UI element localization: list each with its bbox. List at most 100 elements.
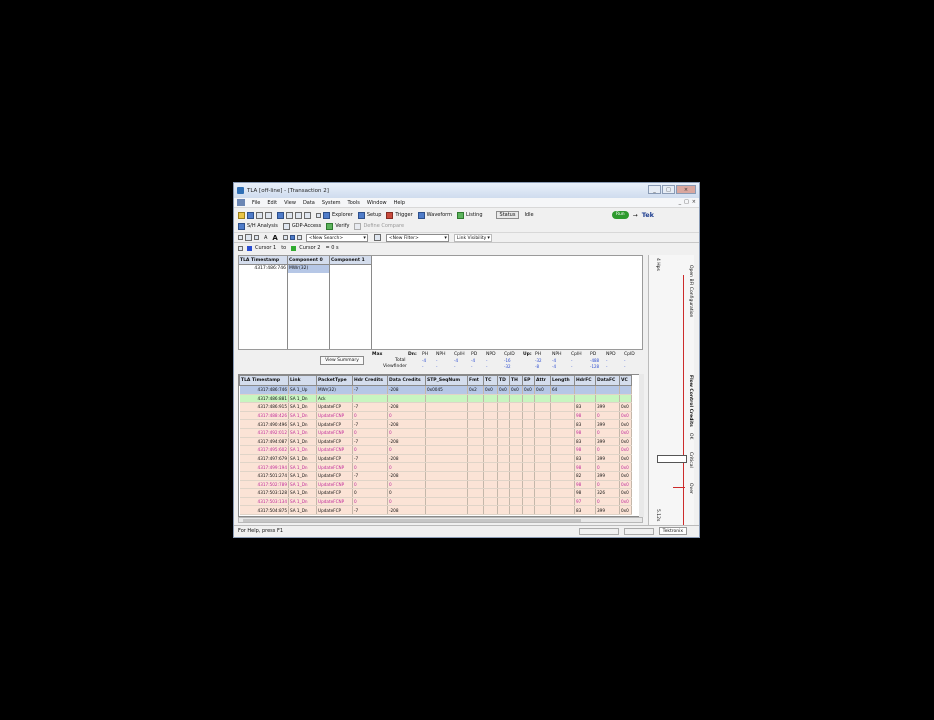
cursor1-select[interactable]: Cursor 1 [255, 245, 276, 251]
mdi-restore-button[interactable]: □ [684, 199, 689, 205]
mdi-close-button[interactable]: × [692, 199, 696, 205]
table-row[interactable]: 4317:494:087 SA 1_Dn UpdateFCP -7 -208 83 399 0… [239, 437, 632, 447]
column-header[interactable]: DataFC [595, 375, 620, 386]
waveform-icon[interactable] [417, 211, 425, 219]
print-icon[interactable] [256, 211, 263, 219]
font-larger-button[interactable]: A [272, 234, 277, 242]
options-icon[interactable] [254, 235, 259, 240]
font-smaller-button[interactable]: A [264, 235, 267, 241]
table-row[interactable]: 4317:486:746 SA 1_Up MWr(32) -7 -208 0x0045 0x… [239, 385, 632, 395]
component-timestamp[interactable]: 4317:486:746 [239, 265, 287, 273]
table-row[interactable]: 4317:488:426 SA 1_Dn UpdateFCNP 0 0 98 0 0x0 [239, 411, 632, 421]
status-button[interactable]: Status [495, 211, 520, 219]
column-header[interactable]: STP_SeqNum [425, 375, 468, 386]
window-1-icon[interactable] [277, 211, 284, 219]
table-row[interactable]: 4317:503:134 SA 1_Dn UpdateFCNP 0 0 97 0 0x0 [239, 497, 632, 507]
table-row[interactable]: 4317:501:274 SA 1_Dn UpdateFCP -7 -208 82 399 0… [239, 471, 632, 481]
menu-help[interactable]: Help [394, 200, 405, 206]
column-header[interactable]: Link [288, 375, 317, 386]
scrollbar-thumb[interactable] [243, 519, 581, 522]
verify-icon[interactable] [326, 222, 334, 230]
column-header[interactable]: Attr [534, 375, 551, 386]
menu-tools[interactable]: Tools [348, 200, 360, 206]
cursor2-select[interactable]: Cursor 2 [299, 245, 320, 251]
table-row[interactable]: 4317:490:496 SA 1_Dn UpdateFCP -7 -208 83 399 0… [239, 419, 632, 429]
table-row[interactable]: 4317:492:012 SA 1_Dn UpdateFCNP 0 0 98 0 0x0 [239, 428, 632, 438]
open-icon[interactable] [238, 211, 245, 219]
column-header[interactable]: PacketType [316, 375, 353, 386]
table-row[interactable]: 4317:495:602 SA 1_Dn UpdateFCNP 0 0 98 0 0x0 [239, 445, 632, 455]
vertical-scrollbar[interactable] [639, 374, 644, 517]
header-component-1[interactable]: Component 1 [330, 256, 371, 265]
table-row[interactable]: 4317:497:679 SA 1_Dn UpdateFCP -7 -208 83 399 0… [239, 454, 632, 464]
pointer-icon[interactable] [316, 212, 321, 218]
window-3-icon[interactable] [295, 211, 302, 219]
menu-data[interactable]: Data [303, 200, 315, 206]
close-button[interactable]: × [676, 185, 696, 194]
trigger-button[interactable]: Trigger [395, 212, 412, 218]
filter-icon[interactable] [373, 234, 381, 241]
search-combo[interactable]: <New Search> [305, 233, 368, 242]
header-component-0[interactable]: Component 0 [288, 256, 329, 265]
window-2-icon[interactable] [286, 211, 293, 219]
column-header[interactable]: TC [483, 375, 498, 386]
table-row[interactable]: 4317:486:915 SA 1_Dn UpdateFCP -7 -208 83 399 0… [239, 402, 632, 412]
table-row[interactable]: 4317:486:881 SA 1_Dn Ack [239, 394, 632, 404]
column-header[interactable]: TD [497, 375, 510, 386]
open-config-link[interactable]: Open BFI Configuration [688, 265, 693, 317]
search-next-icon[interactable] [296, 235, 302, 240]
menu-system[interactable]: System [322, 200, 341, 206]
sh-analysis-button[interactable]: S/H Analysis [247, 223, 278, 229]
column-header[interactable]: VC [619, 375, 632, 386]
gdp-access-icon[interactable] [282, 222, 290, 230]
setup-button[interactable]: Setup [367, 212, 382, 218]
run-button[interactable]: Run [612, 211, 629, 219]
menu-view[interactable]: View [284, 200, 296, 206]
table-row[interactable]: 4317:499:194 SA 1_Dn UpdateFCNP 0 0 98 0 0x0 [239, 462, 632, 472]
column-header[interactable]: HdrFC [574, 375, 596, 386]
menu-file[interactable]: File [252, 200, 260, 206]
column-header[interactable]: TH [509, 375, 523, 386]
setup-icon[interactable] [357, 211, 365, 219]
search-prev-icon[interactable] [282, 235, 288, 240]
listing-icon[interactable] [457, 211, 465, 219]
waveform-button[interactable]: Waveform [427, 212, 452, 218]
save-icon[interactable] [247, 211, 254, 219]
filter-combo[interactable]: <New Filter> [385, 233, 449, 242]
mdi-minimize-button[interactable]: _ [679, 199, 682, 205]
column-header[interactable]: TLA Timestamp [239, 375, 289, 386]
dropdown-icon[interactable] [238, 235, 243, 240]
minimize-button[interactable]: _ [648, 185, 661, 194]
print-preview-icon[interactable] [265, 211, 272, 219]
table-row[interactable]: 4317:502:789 SA 1_Dn UpdateFCNP 0 0 98 0 0x0 [239, 480, 632, 490]
table-row[interactable]: 4317:504:875 SA 1_Dn UpdateFCP -7 -208 83 399 0… [239, 505, 632, 515]
component-1-cell[interactable] [330, 265, 371, 273]
horizontal-scrollbar[interactable] [238, 517, 643, 523]
column-header[interactable]: Hdr Credits [352, 375, 388, 386]
explorer-icon[interactable] [323, 211, 330, 219]
column-header[interactable]: Data Credits [387, 375, 426, 386]
link-visibility-combo[interactable]: Link Visibility [453, 233, 492, 242]
menu-window[interactable]: Window [367, 200, 387, 206]
search-icon[interactable] [289, 235, 295, 240]
explorer-button[interactable]: Explorer [332, 212, 353, 218]
column-header[interactable]: Length [550, 375, 575, 386]
window-4-icon[interactable] [304, 211, 311, 219]
view-summary-button[interactable]: View Summary [320, 356, 364, 365]
column-header[interactable]: Fmt [467, 375, 484, 386]
gdp-access-button[interactable]: GDP-Access [292, 223, 321, 229]
maximize-button[interactable]: □ [662, 185, 675, 194]
listing-button[interactable]: Listing [466, 212, 482, 218]
menu-edit[interactable]: Edit [267, 200, 277, 206]
document-icon[interactable] [237, 199, 245, 206]
sh-analysis-icon[interactable] [238, 222, 245, 230]
header-tla-timestamp[interactable]: TLA Timestamp [239, 256, 287, 265]
component-0-cell[interactable]: MWr(32) [288, 265, 329, 273]
transaction-table[interactable]: TLA Timestamp Link PacketType Hdr Credits Da… [238, 374, 643, 517]
verify-button[interactable]: Verify [335, 223, 349, 229]
table-row[interactable]: 4317:503:128 SA 1_Dn UpdateFCP 0 0 98 326 0x0 [239, 488, 632, 498]
column-header[interactable]: EP [522, 375, 535, 386]
title-bar[interactable]: TLA [off-line] - [Transaction 2] _ □ × [234, 183, 699, 198]
zoom-icon[interactable] [245, 234, 252, 241]
cursor-icon[interactable] [238, 245, 243, 251]
